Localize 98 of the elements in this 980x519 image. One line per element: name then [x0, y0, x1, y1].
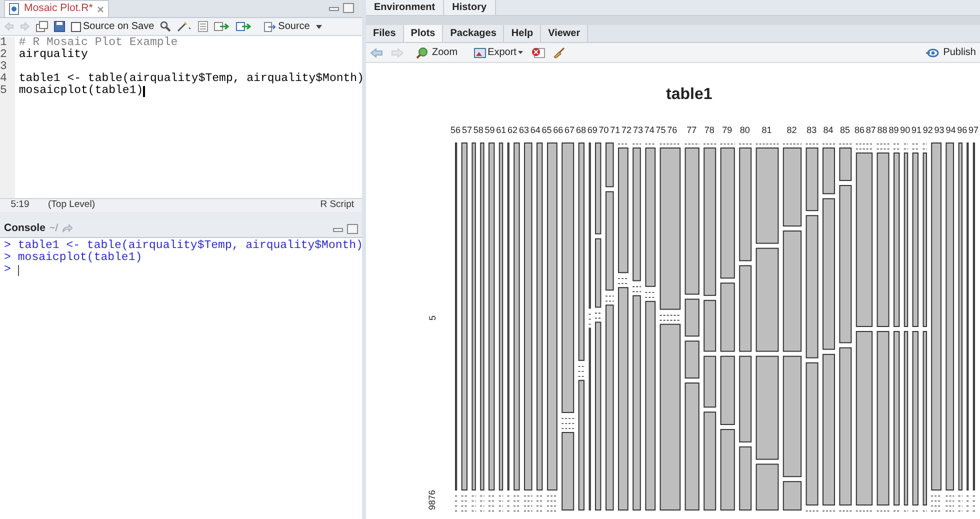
pane-tab[interactable]: Plots — [404, 25, 444, 42]
maximize-icon[interactable] — [343, 3, 354, 13]
axis-label: 73 — [632, 125, 643, 135]
axis-label: 69 — [587, 125, 598, 135]
axis-label: 59 — [484, 125, 495, 135]
run-line-icon[interactable] — [214, 21, 230, 32]
pane-tab[interactable]: Help — [504, 25, 542, 42]
export-button[interactable]: Export — [474, 45, 524, 60]
code-line: table1 <- table(airquality$Temp, airquality$Month) — [18, 73, 364, 85]
axis-label: 79 — [722, 125, 732, 135]
axis-label: 65 — [542, 125, 552, 135]
checkbox[interactable] — [71, 22, 81, 32]
back-arrow-icon[interactable] — [370, 48, 383, 58]
pane-tab[interactable]: Environment — [366, 0, 444, 15]
axis-label: 86 — [854, 125, 865, 135]
axis-label: 96 — [957, 125, 968, 135]
console-prompt: > — [4, 264, 11, 276]
axis-label: 87 — [866, 125, 876, 135]
axis-label: 81 — [762, 125, 772, 135]
axis-label: 56 — [450, 125, 461, 135]
publish-icon — [926, 48, 940, 58]
axis-label: 85 — [840, 125, 850, 135]
code-line: mosaicplot(table1) — [18, 85, 144, 97]
zoom-button[interactable]: Zoom — [416, 45, 458, 60]
axis-label: 90 — [900, 125, 910, 135]
axis-label: 57 — [462, 125, 472, 135]
plot-title: table1 — [666, 85, 712, 105]
save-icon[interactable] — [54, 21, 65, 32]
axis-label: 63 — [518, 125, 529, 135]
axis-label: 93 — [934, 125, 944, 135]
axis-label: 83 — [806, 125, 817, 135]
magic-wand-icon[interactable] — [177, 21, 192, 32]
search-icon[interactable] — [160, 21, 172, 32]
axis-label: 94 — [946, 125, 956, 135]
zoom-icon — [416, 46, 428, 58]
console-command: mosaicplot(table1) — [18, 252, 142, 264]
code-comment: # R Mosaic Plot Example — [18, 37, 178, 49]
axis-label: 97 — [968, 125, 979, 135]
broom-icon[interactable] — [553, 46, 566, 58]
show-window-icon[interactable] — [36, 21, 48, 32]
axis-label: 61 — [496, 125, 506, 135]
axis-label: 89 — [888, 125, 899, 135]
tab-title: Mosaic Plot.R* — [24, 1, 93, 16]
axis-label: 58 — [473, 125, 484, 135]
axis-label: 62 — [508, 125, 518, 135]
axis-label: 77 — [686, 125, 697, 135]
remove-plot-icon[interactable] — [531, 47, 546, 58]
axis-label: 68 — [576, 125, 586, 135]
rerun-icon[interactable] — [236, 21, 252, 32]
source-icon — [264, 22, 276, 32]
maximize-icon[interactable] — [347, 224, 358, 234]
pane-tab[interactable]: Viewer — [541, 25, 588, 42]
checkbox-label: Source on Save — [83, 20, 154, 34]
line-number: 1 — [0, 37, 7, 49]
axis-label: 71 — [610, 125, 620, 135]
lines-icon[interactable] — [198, 21, 208, 32]
axis-label: 88 — [877, 125, 888, 135]
line-number: 2 — [0, 49, 7, 61]
console-prompt: > — [4, 240, 11, 252]
caret-icon — [518, 51, 524, 54]
axis-label: 75 — [656, 125, 666, 135]
axis-label: 92 — [922, 125, 933, 135]
axis-label: 9876 — [427, 490, 438, 510]
axis-label: 5 — [427, 316, 437, 320]
close-icon[interactable] — [96, 6, 104, 12]
image-icon — [474, 48, 486, 58]
r-file-icon — [9, 3, 20, 15]
axis-label: 64 — [530, 125, 540, 135]
code-line: airquality — [18, 49, 88, 61]
pane-tab[interactable]: History — [444, 0, 496, 15]
file-type-selector[interactable]: R Script — [312, 198, 362, 213]
console-prompt: > — [4, 252, 11, 264]
axis-label: 82 — [786, 125, 797, 135]
console-title: Console — [4, 220, 46, 236]
editor-tab[interactable]: Mosaic Plot.R* — [4, 0, 109, 17]
line-number: 4 — [0, 73, 7, 85]
line-number: 3 — [0, 61, 7, 73]
line-number: 5 — [0, 85, 7, 97]
pane-tab[interactable]: Packages — [443, 25, 504, 42]
axis-label: 74 — [644, 125, 654, 135]
caret-icon — [316, 24, 322, 28]
scope-selector[interactable]: (Top Level) — [40, 198, 103, 213]
axis-label: 67 — [564, 125, 575, 135]
axis-label: 80 — [740, 125, 750, 135]
publish-button[interactable]: Publish — [926, 45, 976, 60]
console-path: ~/ — [49, 222, 58, 236]
cursor-position: 5:19 — [10, 198, 30, 212]
axis-label: 84 — [823, 125, 834, 135]
axis-label: 91 — [912, 125, 922, 135]
console-command: table1 <- table(airquality$Temp, airquality$Month) — [18, 240, 363, 252]
go-to-directory-icon[interactable] — [62, 224, 74, 233]
axis-label: 78 — [704, 125, 714, 135]
axis-label: 76 — [667, 125, 678, 135]
pane-tab[interactable]: Files — [366, 25, 404, 42]
source-button[interactable]: Source — [260, 19, 326, 34]
axis-label: 72 — [622, 125, 632, 135]
axis-label: 66 — [553, 125, 564, 135]
axis-label: 70 — [598, 125, 609, 135]
